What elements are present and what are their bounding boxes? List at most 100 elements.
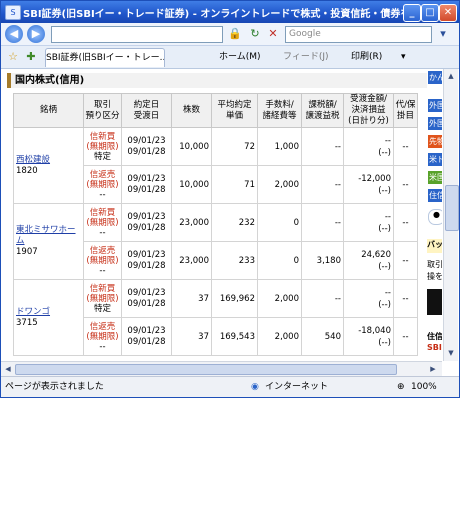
fee-cell: 2,000 <box>257 279 302 318</box>
dates-cell: 09/01/23 09/01/28 <box>121 165 172 204</box>
side-banner[interactable] <box>427 289 442 315</box>
action-cell: -- <box>393 279 418 318</box>
horizontal-scrollbar[interactable]: ◀ ▶ <box>1 361 442 376</box>
dates-cell: 09/01/23 09/01/28 <box>121 127 172 166</box>
tax-cell: -- <box>301 127 344 166</box>
url-input[interactable] <box>51 26 223 43</box>
zoom-icon[interactable]: ⊕ <box>397 377 405 397</box>
tax-cell: 540 <box>301 317 344 356</box>
header-receipt: 受渡金額/ 決済損益 (日計り分) <box>343 93 394 128</box>
globe-icon: ◉ <box>251 382 259 392</box>
price-cell: 71 <box>211 165 258 204</box>
maximize-button[interactable]: □ <box>421 4 439 22</box>
settle-date: 09/01/28 <box>127 146 166 157</box>
fee-cell: 2,000 <box>257 165 302 204</box>
trade-type: 信新買 <box>89 207 116 218</box>
refresh-icon[interactable]: ↻ <box>247 26 263 42</box>
status-zoom[interactable]: 100% <box>411 377 437 397</box>
trade-type-cell: 信新買 (無期限) 特定 <box>83 279 122 318</box>
trade-limit: (無期限) <box>86 141 119 152</box>
receipt-cell: -18,040 (--) <box>343 317 394 356</box>
fee-cell: 2,000 <box>257 317 302 356</box>
scroll-right-icon[interactable]: ▶ <box>427 363 439 375</box>
trade-type: 信返売 <box>89 169 116 180</box>
page-content: 国内株式(信用) 銘柄 取引 預り区分 約定日 受渡日 株数 平均約定 単価 手… <box>1 69 442 361</box>
favorites-star-icon[interactable]: ☆ <box>5 49 21 65</box>
feed-button[interactable]: フィード(J) <box>283 50 329 64</box>
home-button[interactable]: ホーム(M) <box>219 50 261 64</box>
trade-limit: (無期限) <box>86 331 119 342</box>
dates-cell: 09/01/23 09/01/28 <box>121 241 172 280</box>
trade-type-cell: 信新買 (無期限) 特定 <box>83 127 122 166</box>
settle-date: 09/01/28 <box>127 298 166 309</box>
action-cell: -- <box>393 127 418 166</box>
fee-cell: 1,000 <box>257 127 302 166</box>
side-info-icon[interactable]: ● <box>428 209 442 225</box>
receipt-cell: -- (--) <box>343 279 394 318</box>
close-button[interactable]: ✕ <box>439 4 457 22</box>
header-tax: 課税額/ 譲渡益税 <box>301 93 344 128</box>
command-bar: ☆ ✚ SBI証券(旧SBIイー・トレー... ホーム(M) フィード(J) 印… <box>1 46 459 69</box>
side-link-6[interactable]: 住信 <box>428 189 442 202</box>
side-link-0[interactable]: かん <box>428 71 442 84</box>
add-favorite-icon[interactable]: ✚ <box>23 49 39 65</box>
lock-icon[interactable]: 🔒 <box>227 26 243 42</box>
side-link-2[interactable]: 外国 <box>428 117 442 130</box>
page-menu-icon[interactable]: ▾ <box>401 50 406 64</box>
window-title: SBI証券(旧SBIイー・トレード証券) - オンライントレードで株式・投資信託… <box>23 9 405 20</box>
horizontal-scroll-thumb[interactable] <box>15 364 397 375</box>
status-bar: ページが表示されました ◉ インターネット ⊕ 100% <box>1 376 459 397</box>
stock-name-link[interactable]: ドワンゴ <box>16 307 50 317</box>
stock-name-cell: 東北ミサワホーム 1907 <box>13 203 84 280</box>
table-row: 西松建設 1820 信新買 (無期限) 特定 09/01/23 09/01/28 10… <box>13 127 418 204</box>
side-link-4[interactable]: 米ド <box>428 153 442 166</box>
stop-icon[interactable]: ✕ <box>265 26 281 42</box>
trade-limit: (無期限) <box>86 217 119 228</box>
print-button[interactable]: 印刷(R) <box>351 50 382 64</box>
minimize-button[interactable]: _ <box>403 4 421 22</box>
stock-name-link[interactable]: 東北ミサワホーム <box>16 225 76 246</box>
side-link-1[interactable]: 外国 <box>428 99 442 112</box>
trade-date: 09/01/23 <box>127 287 166 298</box>
receipt-cell: -- (--) <box>343 203 394 242</box>
stock-code: 1820 <box>16 165 38 176</box>
search-go-icon[interactable]: ▾ <box>435 26 451 42</box>
account-type: -- <box>99 265 106 276</box>
scroll-left-icon[interactable]: ◀ <box>2 363 14 375</box>
side-link-3[interactable]: 先物 <box>428 135 442 148</box>
title-bar: S SBI証券(旧SBIイー・トレード証券) - オンライントレードで株式・投資… <box>1 1 459 23</box>
action-cell: -- <box>393 203 418 242</box>
vertical-scrollbar[interactable]: ▲ ▼ <box>443 69 459 361</box>
receipt-day: (--) <box>378 261 391 272</box>
side-link-5[interactable]: 米国 <box>428 171 442 184</box>
action-cell: -- <box>393 165 418 204</box>
account-type: -- <box>99 341 106 352</box>
shares-cell: 23,000 <box>171 241 212 280</box>
receipt-cell: -12,000 (--) <box>343 165 394 204</box>
header-action-label: 代/保 掛目 <box>395 99 416 121</box>
settle-date: 09/01/28 <box>127 222 166 233</box>
header-dates: 約定日 受渡日 <box>121 93 172 128</box>
scroll-up-icon[interactable]: ▲ <box>445 70 457 82</box>
header-fee-label: 手数料/ 諸経費等 <box>262 99 297 121</box>
dates-cell: 09/01/23 09/01/28 <box>121 279 172 318</box>
trade-type-cell: 信返売 (無期限) -- <box>83 241 122 280</box>
app-icon: S <box>5 5 21 20</box>
header-shares: 株数 <box>171 93 212 128</box>
forward-button[interactable]: ▶ <box>27 25 45 43</box>
receipt-day: (--) <box>378 147 391 158</box>
search-input[interactable]: Google <box>285 26 432 43</box>
tab-sbi[interactable]: SBI証券(旧SBIイー・トレー... <box>45 48 165 67</box>
trade-type: 信返売 <box>89 321 116 332</box>
vertical-scroll-thumb[interactable] <box>445 185 459 231</box>
receipt-day: (--) <box>378 223 391 234</box>
tax-cell: -- <box>301 203 344 242</box>
scroll-down-icon[interactable]: ▼ <box>445 347 457 359</box>
trade-date: 09/01/23 <box>127 173 166 184</box>
trade-type: 信返売 <box>89 245 116 256</box>
back-button[interactable]: ◀ <box>5 25 23 43</box>
settle-date: 09/01/28 <box>127 336 166 347</box>
header-trade-type-label: 取引 預り区分 <box>85 99 120 121</box>
status-zone: インターネット <box>265 382 329 392</box>
stock-name-link[interactable]: 西松建設 <box>16 155 50 165</box>
